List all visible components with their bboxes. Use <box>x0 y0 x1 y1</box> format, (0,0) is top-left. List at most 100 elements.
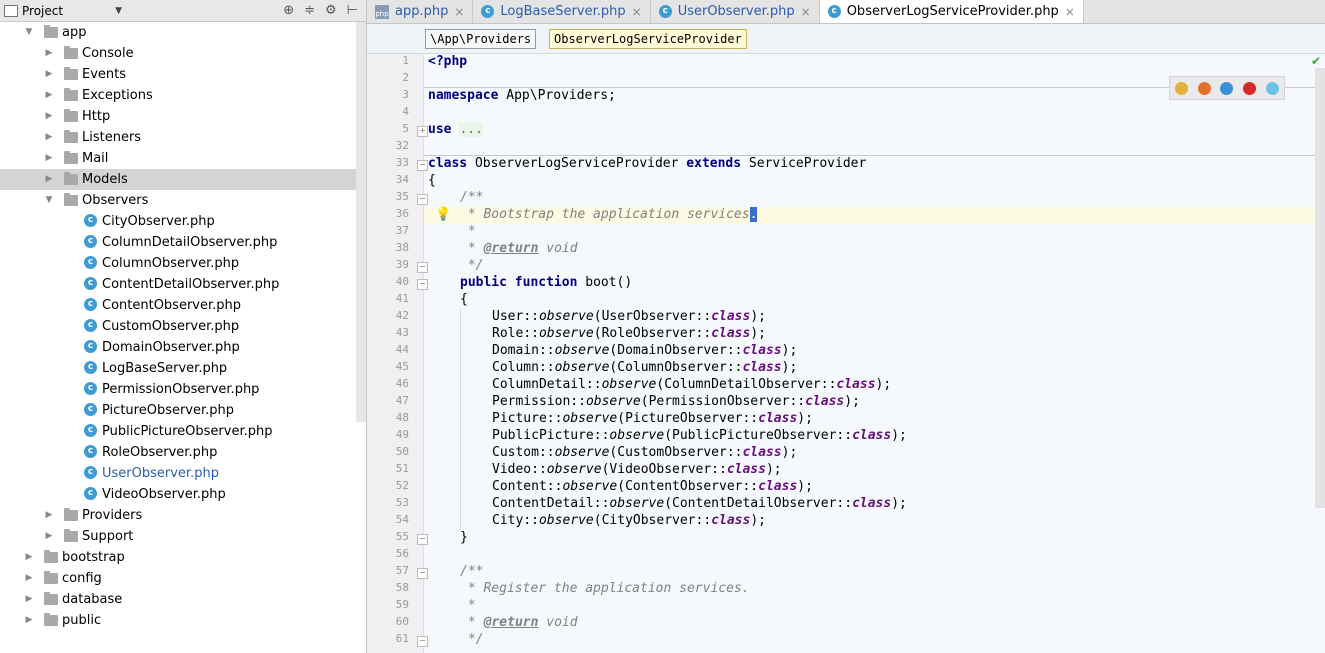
collapse-all-icon[interactable]: ≑ <box>304 3 315 18</box>
php-class-icon: c <box>84 235 97 248</box>
project-scrollbar[interactable] <box>356 22 366 422</box>
tree-folder[interactable]: ▶ config <box>0 568 356 589</box>
tree-folder[interactable]: ▶ Events <box>0 64 356 85</box>
tree-folder[interactable]: ▶ public <box>0 610 356 631</box>
code-token: observe <box>554 343 610 358</box>
tree-file[interactable]: c DomainObserver.php <box>0 337 356 358</box>
collapsed-arrow-icon[interactable]: ▶ <box>44 106 54 127</box>
tree-folder[interactable]: ▶ Listeners <box>0 127 356 148</box>
tree-file[interactable]: c PermissionObserver.php <box>0 379 356 400</box>
firefox-icon[interactable] <box>1197 81 1211 95</box>
tree-file[interactable]: c RoleObserver.php <box>0 442 356 463</box>
editor-tab[interactable]: c ObserverLogServiceProvider.php × <box>819 0 1084 23</box>
code-line: Domain::observe(DomainObserver::class); <box>492 343 797 358</box>
collapsed-arrow-icon[interactable]: ▶ <box>44 127 54 148</box>
code-token: PublicPictureObserver <box>672 428 837 443</box>
code-line: * @return void <box>460 615 578 630</box>
line-number: 57 <box>395 564 409 577</box>
code-token: CityObserver <box>601 513 696 528</box>
tree-folder[interactable]: ▶ Providers <box>0 505 356 526</box>
gear-icon[interactable]: ⚙ <box>325 3 337 18</box>
hide-panel-icon[interactable]: ⊢ <box>347 3 358 18</box>
code-token: :: <box>836 428 853 443</box>
ie-icon[interactable] <box>1266 81 1280 95</box>
fold-marker-icon[interactable]: − <box>417 279 428 290</box>
collapsed-arrow-icon[interactable]: ▶ <box>24 568 34 589</box>
code-token: class <box>742 360 782 375</box>
code-token: ); <box>891 428 907 443</box>
breadcrumb-class[interactable]: ObserverLogServiceProvider <box>549 29 747 49</box>
fold-marker-icon[interactable]: − <box>417 160 428 171</box>
tree-folder[interactable]: ▼ app <box>0 22 356 43</box>
editor-tab[interactable]: php app.php × <box>367 0 474 23</box>
collapsed-arrow-icon[interactable]: ▶ <box>44 169 54 190</box>
tree-item-label: config <box>62 571 102 586</box>
fold-marker-icon[interactable]: − <box>417 534 428 545</box>
fold-marker-icon[interactable]: − <box>417 636 428 647</box>
opera-icon[interactable] <box>1243 81 1257 95</box>
tree-file[interactable]: c CustomObserver.php <box>0 316 356 337</box>
chevron-down-icon[interactable]: ▼ <box>115 6 122 16</box>
tree-folder[interactable]: ▶ Support <box>0 526 356 547</box>
fold-marker-icon[interactable]: − <box>417 568 428 579</box>
tree-file[interactable]: c ColumnObserver.php <box>0 253 356 274</box>
project-view-selector[interactable]: Project <box>4 4 63 18</box>
tree-file[interactable]: c CityObserver.php <box>0 211 356 232</box>
collapsed-arrow-icon[interactable]: ▶ <box>44 148 54 169</box>
breadcrumb-namespace[interactable]: \App\Providers <box>425 29 537 49</box>
tree-file[interactable]: c PictureObserver.php <box>0 400 356 421</box>
collapsed-arrow-icon[interactable]: ▶ <box>44 526 54 547</box>
folder-icon <box>44 25 58 38</box>
close-icon[interactable]: × <box>632 5 642 19</box>
tree-file[interactable]: c ColumnDetailObserver.php <box>0 232 356 253</box>
editor-tab[interactable]: c LogBaseServer.php × <box>473 0 651 23</box>
close-icon[interactable]: × <box>1065 5 1075 19</box>
tree-file[interactable]: c ContentObserver.php <box>0 295 356 316</box>
tree-folder[interactable]: ▶ Mail <box>0 148 356 169</box>
close-icon[interactable]: × <box>454 5 464 19</box>
collapsed-arrow-icon[interactable]: ▶ <box>24 547 34 568</box>
project-tree: ▼ app ▶ Console ▶ Events ▶ Exceptions ▶ Http ▶ List… <box>0 22 356 653</box>
collapsed-arrow-icon[interactable]: ▶ <box>44 85 54 106</box>
locate-icon[interactable]: ⊕ <box>283 3 294 18</box>
editor-tab[interactable]: c UserObserver.php × <box>651 0 820 23</box>
code-editor[interactable]: 1 2 3 4 5 32 33 34 35 36 37 38 39 40 41 42 43 44 45 46 47 48 4… <box>367 54 1325 653</box>
collapsed-arrow-icon[interactable]: ▶ <box>24 589 34 610</box>
line-number: 46 <box>395 377 409 390</box>
code-token: :: <box>538 445 555 460</box>
tree-folder[interactable]: ▼ Observers <box>0 190 356 211</box>
code-line: use... <box>428 122 483 137</box>
collapsed-arrow-icon[interactable]: ▶ <box>44 505 54 526</box>
tree-folder[interactable]: ▶ Console <box>0 43 356 64</box>
breadcrumb: \App\Providers ObserverLogServiceProvide… <box>367 24 1325 54</box>
tree-file[interactable]: c UserObserver.php <box>0 463 356 484</box>
tree-file[interactable]: c LogBaseServer.php <box>0 358 356 379</box>
tree-file[interactable]: c ContentDetailObserver.php <box>0 274 356 295</box>
tree-folder[interactable]: ▶ database <box>0 589 356 610</box>
code-token: PictureObserver <box>625 411 743 426</box>
close-icon[interactable]: × <box>801 5 811 19</box>
fold-marker-icon[interactable]: + <box>417 126 428 137</box>
tree-folder[interactable]: ▶ Http <box>0 106 356 127</box>
code-token: class <box>711 326 751 341</box>
code-token: class <box>836 377 876 392</box>
chrome-icon[interactable] <box>1174 81 1188 95</box>
expanded-arrow-icon[interactable]: ▼ <box>24 22 34 43</box>
tree-folder[interactable]: ▶ Models <box>0 169 356 190</box>
collapsed-arrow-icon[interactable]: ▶ <box>24 610 34 631</box>
code-line: public function boot() <box>460 275 632 290</box>
fold-marker-icon[interactable]: − <box>417 194 428 205</box>
fold-marker-icon[interactable]: − <box>417 262 428 273</box>
lightbulb-icon[interactable]: 💡 <box>435 207 451 222</box>
expanded-arrow-icon[interactable]: ▼ <box>44 190 54 211</box>
tree-file[interactable]: c PublicPictureObserver.php <box>0 421 356 442</box>
php-class-icon: c <box>84 340 97 353</box>
collapsed-arrow-icon[interactable]: ▶ <box>44 64 54 85</box>
editor-scrollbar[interactable] <box>1315 68 1325 508</box>
tree-folder[interactable]: ▶ Exceptions <box>0 85 356 106</box>
collapsed-arrow-icon[interactable]: ▶ <box>44 43 54 64</box>
tree-folder[interactable]: ▶ bootstrap <box>0 547 356 568</box>
folder-icon <box>64 529 78 542</box>
tree-file[interactable]: c VideoObserver.php <box>0 484 356 505</box>
safari-icon[interactable] <box>1220 81 1234 95</box>
